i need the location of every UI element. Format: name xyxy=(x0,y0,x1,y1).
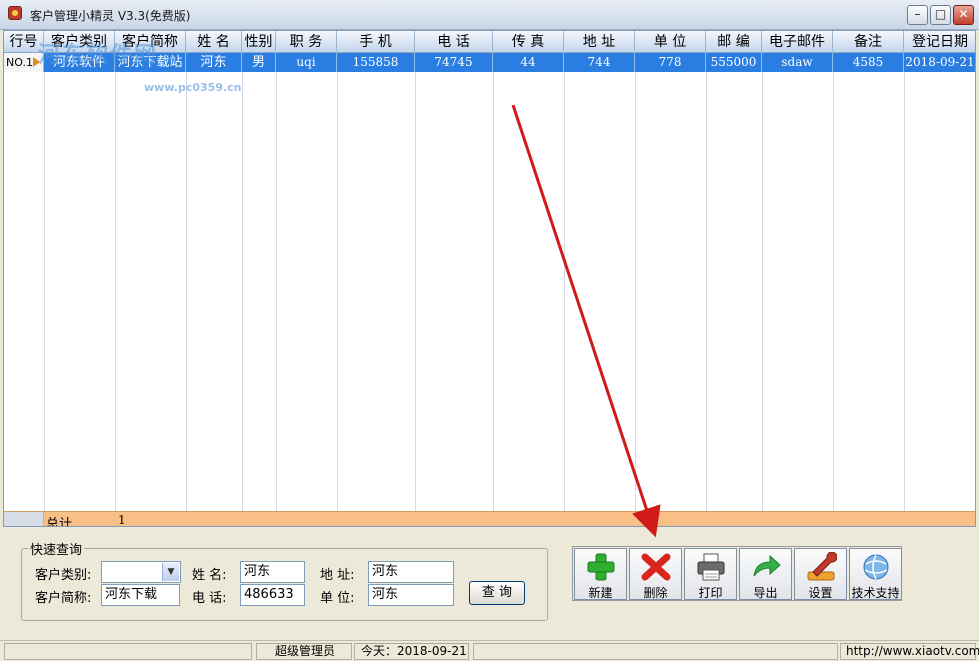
category-select[interactable]: ▼ xyxy=(101,561,181,583)
total-label: 总计 xyxy=(46,517,73,527)
row-header[interactable]: NO.1 xyxy=(4,53,44,72)
cell-mobile[interactable]: 155858 xyxy=(337,53,415,72)
cell-remark[interactable]: 4585 xyxy=(833,53,904,72)
address-input[interactable]: 河东 xyxy=(368,561,454,583)
col-header-shortname[interactable]: 客户简称 xyxy=(115,31,186,53)
name-input[interactable]: 河东 xyxy=(240,561,305,583)
unit-input[interactable]: 河东 xyxy=(368,584,454,606)
status-bar: 超级管理员 今天：2018-09-21 http://www.xiaotv.co… xyxy=(0,640,979,661)
export-arrow-icon xyxy=(753,554,781,577)
col-header-email[interactable]: 电子邮件 xyxy=(762,31,833,53)
total-row: 总计 1 xyxy=(4,511,975,527)
col-header-phone[interactable]: 电 话 xyxy=(415,31,493,53)
table-row[interactable]: NO.1 河东软件 河东下载站 河东 男 uqi 155858 74745 44… xyxy=(4,53,975,72)
unit-label: 单 位: xyxy=(320,591,355,606)
col-header-fax[interactable]: 传 真 xyxy=(493,31,564,53)
title-bar: 客户管理小精灵 V3.3(免费版) – □ ✕ xyxy=(0,0,979,30)
printer-icon xyxy=(697,553,725,581)
settings-button[interactable]: 设置 xyxy=(794,548,847,600)
cell-fax[interactable]: 44 xyxy=(493,53,564,72)
cell-name[interactable]: 河东 xyxy=(186,53,242,72)
support-button-label: 技术支持 xyxy=(851,586,900,600)
print-button[interactable]: 打印 xyxy=(684,548,737,600)
col-header-zip[interactable]: 邮 编 xyxy=(706,31,762,53)
globe-support-icon xyxy=(863,554,889,580)
total-count: 1 xyxy=(118,513,126,527)
name-label: 姓 名: xyxy=(192,568,227,583)
delete-button[interactable]: 删除 xyxy=(629,548,682,600)
col-header-category[interactable]: 客户类别 xyxy=(44,31,115,53)
phone-input[interactable]: 486633 xyxy=(240,584,305,606)
col-header-name[interactable]: 姓 名 xyxy=(186,31,242,53)
status-url: http://www.xiaotv.com xyxy=(840,643,979,660)
export-button[interactable]: 导出 xyxy=(739,548,792,600)
quick-search-legend: 快速查询 xyxy=(28,539,85,558)
new-button[interactable]: 新建 xyxy=(574,548,627,600)
row-pointer-icon xyxy=(33,57,40,67)
export-button-label: 导出 xyxy=(753,586,778,600)
chevron-down-icon[interactable]: ▼ xyxy=(162,563,179,581)
window-title: 客户管理小精灵 V3.3(免费版) xyxy=(30,9,191,23)
cell-zip[interactable]: 555000 xyxy=(706,53,762,72)
app-icon xyxy=(8,6,22,20)
col-header-mobile[interactable]: 手 机 xyxy=(337,31,415,53)
delete-button-label: 删除 xyxy=(643,586,668,600)
cell-phone[interactable]: 74745 xyxy=(415,53,493,72)
category-label: 客户类别: xyxy=(35,568,92,583)
status-pane-spacer xyxy=(473,643,838,660)
settings-button-label: 设置 xyxy=(808,586,833,600)
cell-email[interactable]: sdaw xyxy=(762,53,833,72)
wrench-icon xyxy=(807,552,837,581)
watermark-url: www.pc0359.cn xyxy=(144,81,242,94)
status-pane-empty xyxy=(4,643,252,660)
cell-address[interactable]: 744 xyxy=(564,53,635,72)
col-header-gender[interactable]: 性别 xyxy=(242,31,276,53)
customer-grid[interactable]: 行号 客户类别 客户简称 姓 名 性别 职 务 手 机 电 话 传 真 地 址 … xyxy=(3,30,976,527)
col-header-row-no[interactable]: 行号 xyxy=(4,31,44,53)
total-row-header xyxy=(4,512,44,526)
col-header-position[interactable]: 职 务 xyxy=(276,31,337,53)
cell-shortname[interactable]: 河东下载站 xyxy=(115,53,186,72)
row-number: NO.1 xyxy=(6,56,33,69)
new-button-label: 新建 xyxy=(588,586,613,600)
col-header-unit[interactable]: 单 位 xyxy=(635,31,706,53)
maximize-button[interactable]: □ xyxy=(930,5,951,25)
support-button[interactable]: 技术支持 xyxy=(849,548,902,600)
grid-header: 行号 客户类别 客户简称 姓 名 性别 职 务 手 机 电 话 传 真 地 址 … xyxy=(4,31,975,53)
col-header-date[interactable]: 登记日期 xyxy=(904,31,975,53)
address-label: 地 址: xyxy=(320,568,355,583)
shortname-label: 客户简称: xyxy=(35,591,92,606)
col-header-address[interactable]: 地 址 xyxy=(564,31,635,53)
cell-position[interactable]: uqi xyxy=(276,53,337,72)
cell-date[interactable]: 2018-09-21 xyxy=(904,53,975,72)
status-today: 今天：2018-09-21 xyxy=(354,643,469,660)
print-button-label: 打印 xyxy=(698,586,723,600)
status-role: 超级管理员 xyxy=(256,643,352,660)
minimize-button[interactable]: – xyxy=(907,5,928,25)
close-button[interactable]: ✕ xyxy=(953,5,974,25)
cell-unit[interactable]: 778 xyxy=(635,53,706,72)
plus-icon xyxy=(587,553,615,581)
shortname-input[interactable]: 河东下载 xyxy=(101,584,180,606)
query-button[interactable]: 查 询 xyxy=(469,581,525,605)
cell-category[interactable]: 河东软件 xyxy=(44,53,115,72)
col-header-remark[interactable]: 备注 xyxy=(833,31,904,53)
delete-x-icon xyxy=(641,553,671,581)
cell-gender[interactable]: 男 xyxy=(242,53,276,72)
phone-label: 电 话: xyxy=(192,591,227,606)
